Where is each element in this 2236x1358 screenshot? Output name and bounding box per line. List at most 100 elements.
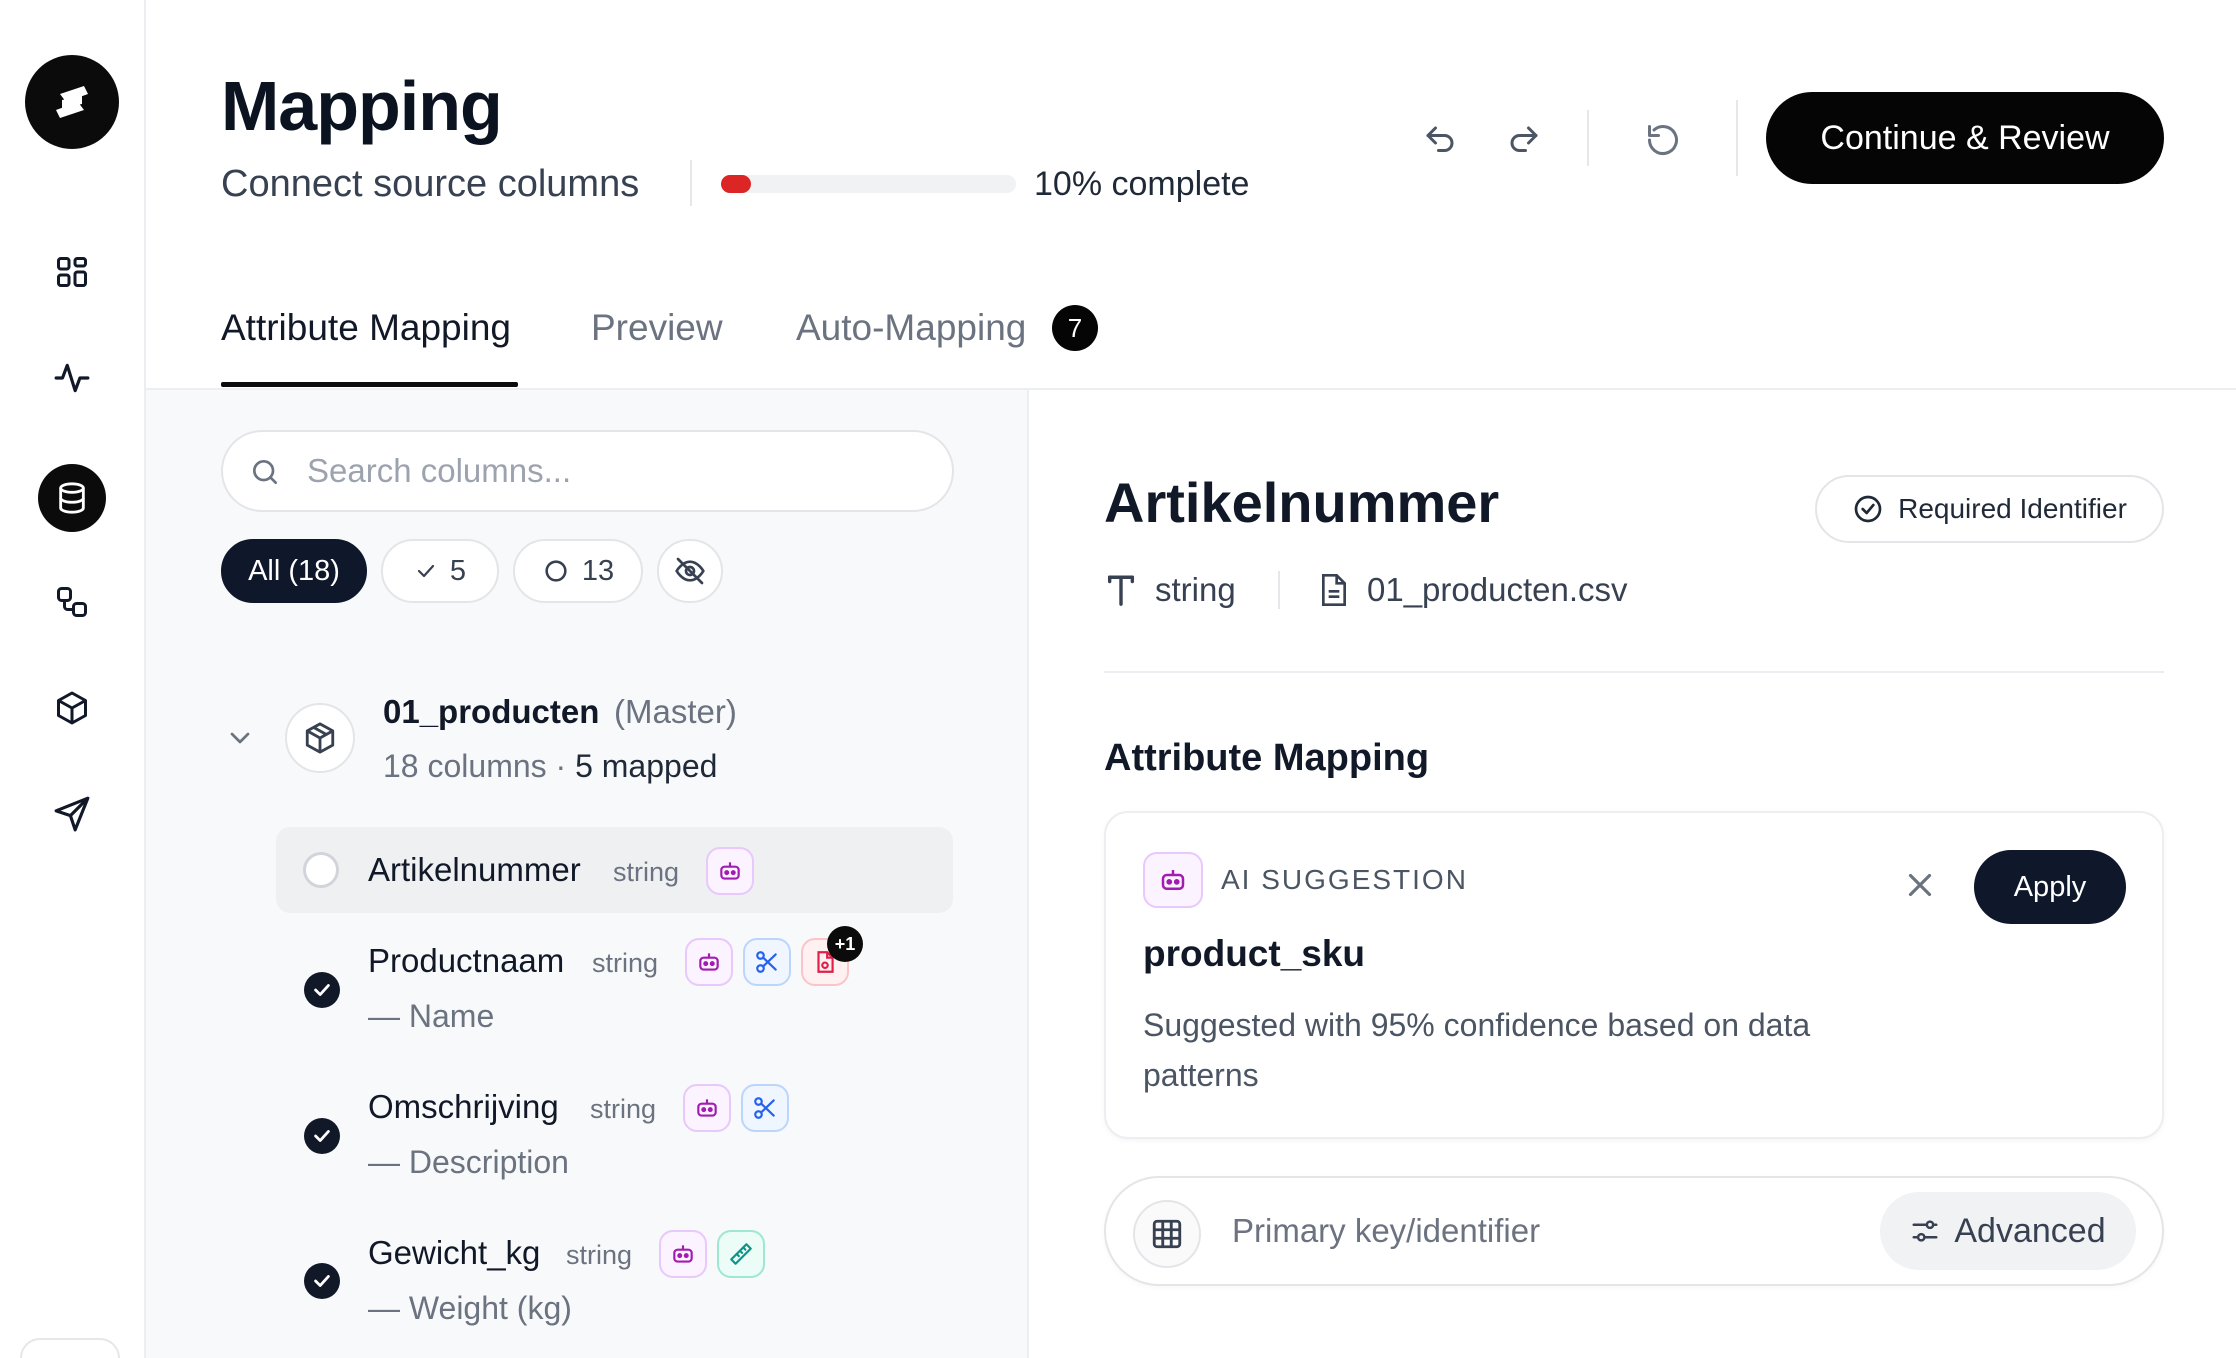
close-icon[interactable]	[1901, 866, 1939, 904]
file-icon	[1322, 574, 1346, 606]
ai-suggestion-icon-wrap	[1143, 852, 1203, 908]
ai-suggestion-label: AI SUGGESTION	[1221, 864, 1468, 895]
search-input[interactable]	[307, 446, 907, 496]
mapped-target-label: — Name	[368, 998, 495, 1034]
circle-icon	[545, 560, 567, 582]
filter-mapped-chip[interactable]: 5	[381, 539, 499, 603]
check-circle-icon	[1854, 495, 1882, 523]
check-icon	[314, 1275, 330, 1287]
column-type: string	[590, 1094, 657, 1124]
sidebar-item-dashboard[interactable]	[38, 238, 106, 306]
group-name[interactable]: 01_producten	[383, 690, 599, 734]
progress-fill	[721, 175, 751, 193]
undo-button[interactable]	[1410, 110, 1470, 170]
sliders-icon	[1912, 1220, 1938, 1242]
mapped-status-icon	[304, 972, 340, 1008]
page-subtitle: Connect source columns	[221, 163, 640, 205]
sidebar-footer-pill[interactable]	[20, 1338, 120, 1358]
tab-attribute-mapping[interactable]: Attribute Mapping	[221, 300, 511, 356]
source-file: 01_producten.csv	[1367, 571, 1628, 608]
package-icon	[305, 722, 335, 754]
header-divider	[690, 160, 692, 206]
filter-mapped-count: 5	[449, 554, 467, 587]
sidebar-item-products[interactable]	[38, 674, 106, 742]
send-icon	[54, 796, 90, 832]
robot-icon	[697, 1099, 717, 1117]
mapped-target-label: — Weight (kg)	[368, 1290, 572, 1326]
column-name[interactable]: Productnaam	[368, 939, 564, 983]
unmapped-status-icon	[303, 852, 339, 888]
filter-hidden-chip[interactable]	[657, 539, 723, 603]
check-icon	[314, 984, 330, 996]
active-tab-indicator	[221, 382, 518, 387]
page-title: Mapping	[221, 67, 503, 145]
ai-badge	[659, 1230, 707, 1278]
reset-icon	[1648, 125, 1678, 156]
column-name[interactable]: Gewicht_kg	[368, 1231, 540, 1275]
extra-count-badge: +1	[827, 926, 863, 962]
redo-button[interactable]	[1494, 110, 1554, 170]
suggested-attribute: product_sku	[1143, 933, 1366, 974]
group-meta: 18 columns · 5 mapped	[383, 744, 717, 788]
target-attribute-input[interactable]	[1232, 1206, 1832, 1256]
scissors-icon	[754, 1097, 775, 1119]
sidebar-item-activity[interactable]	[38, 344, 106, 412]
group-icon-wrap	[285, 703, 355, 773]
column-type: string	[592, 948, 659, 978]
mapped-status-icon	[304, 1118, 340, 1154]
required-identifier-badge: Required Identifier	[1815, 475, 2164, 543]
transform-badge	[743, 938, 791, 986]
column-type: string	[613, 857, 680, 887]
group-tag: (Master)	[614, 693, 737, 730]
continue-review-button[interactable]: Continue & Review	[1766, 92, 2164, 184]
text-type-icon	[1107, 575, 1135, 606]
robot-icon	[1161, 870, 1185, 890]
grid-icon-wrap	[1133, 1200, 1201, 1268]
header-divider-2	[1587, 110, 1589, 166]
grid-icon	[1152, 1219, 1182, 1249]
progress-bar	[721, 175, 1016, 193]
mapped-status-icon	[304, 1263, 340, 1299]
sidebar-item-export[interactable]	[38, 780, 106, 848]
dashboard-icon	[57, 257, 87, 287]
filter-all-label: All (18)	[248, 554, 340, 587]
tab-preview[interactable]: Preview	[591, 300, 723, 356]
header-divider-3	[1736, 100, 1738, 176]
column-name[interactable]: Omschrijving	[368, 1085, 559, 1129]
section-title: Attribute Mapping	[1104, 737, 1430, 779]
group-mapped-count: 5 mapped	[575, 748, 718, 784]
filter-unmapped-count: 13	[581, 554, 615, 587]
undo-icon	[1426, 126, 1454, 152]
scissors-icon	[756, 951, 777, 973]
app-logo[interactable]	[25, 55, 119, 149]
measure-badge	[717, 1230, 765, 1278]
sidebar-item-workflow[interactable]	[38, 568, 106, 636]
advanced-button[interactable]: Advanced	[1880, 1192, 2136, 1270]
robot-icon	[673, 1245, 693, 1263]
filter-all-chip[interactable]: All (18)	[221, 539, 367, 603]
attribute-type: string	[1155, 571, 1236, 608]
eye-off-icon	[675, 557, 705, 585]
redo-icon	[1510, 126, 1538, 152]
column-type: string	[566, 1240, 633, 1270]
tab-auto-mapping[interactable]: Auto-Mapping	[796, 300, 1026, 356]
filter-unmapped-chip[interactable]: 13	[513, 539, 643, 603]
robot-icon	[720, 862, 740, 880]
sidebar-item-data[interactable]	[38, 464, 106, 532]
chevron-down-icon[interactable]	[224, 722, 256, 754]
apply-suggestion-button[interactable]: Apply	[1974, 850, 2126, 924]
meta-divider	[1278, 571, 1280, 609]
transform-badge	[741, 1084, 789, 1132]
logo-icon	[56, 86, 88, 118]
reset-button[interactable]	[1633, 110, 1693, 170]
required-identifier-label: Required Identifier	[1898, 493, 2127, 524]
column-name[interactable]: Artikelnummer	[368, 848, 581, 892]
ai-badge	[706, 847, 754, 895]
database-icon	[59, 482, 85, 514]
check-icon	[417, 564, 435, 578]
ruler-icon	[730, 1243, 752, 1265]
attribute-title: Artikelnummer	[1104, 471, 1500, 534]
cube-icon	[57, 691, 87, 725]
check-icon	[314, 1130, 330, 1142]
auto-mapping-count-badge: 7	[1052, 305, 1098, 351]
